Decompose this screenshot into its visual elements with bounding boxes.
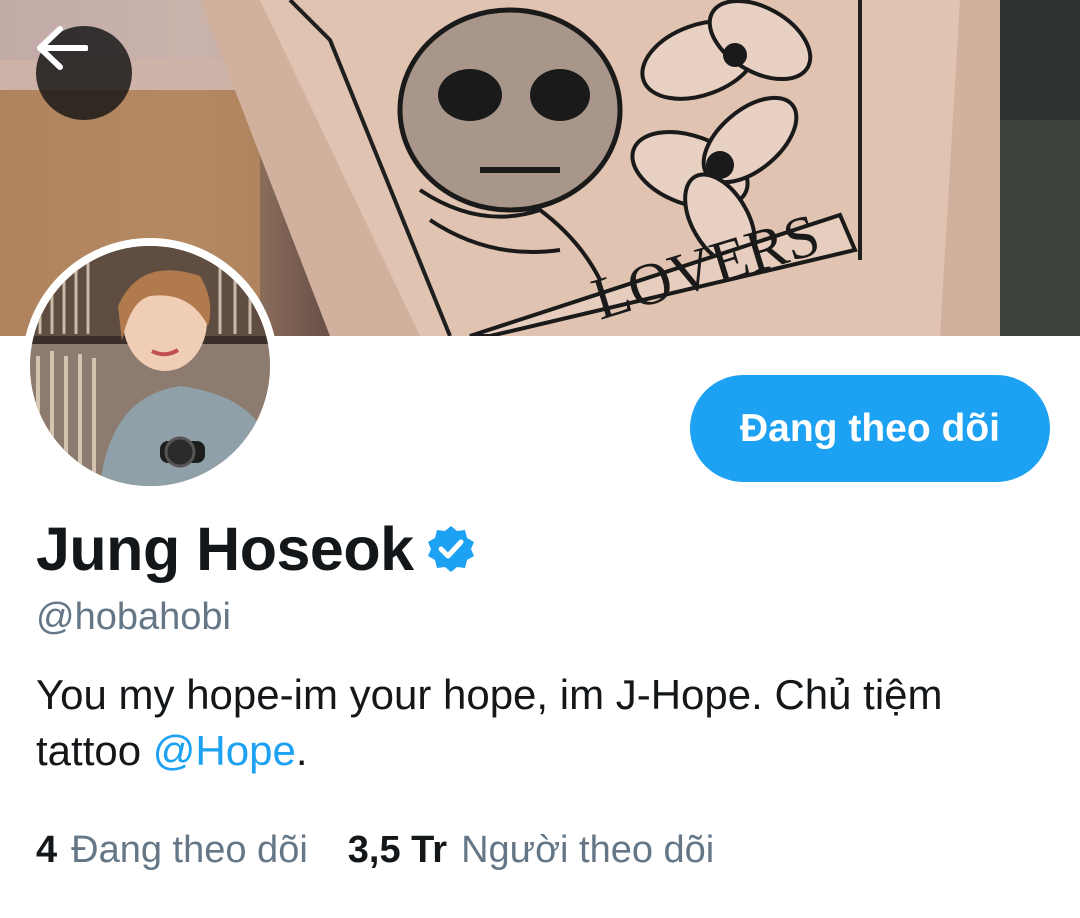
avatar[interactable]	[30, 246, 270, 486]
verified-badge-icon	[426, 524, 476, 574]
avatar-image	[30, 246, 270, 486]
bio-mention-link[interactable]: @Hope	[153, 727, 296, 774]
arrow-left-icon	[37, 26, 88, 70]
profile-stats: 4 Đang theo dõi 3,5 Tr Người theo dõi	[36, 829, 714, 872]
handle: @hobahobi	[36, 596, 231, 638]
followers-stat[interactable]: 3,5 Tr Người theo dõi	[348, 829, 714, 872]
name-row: Jung Hoseok	[36, 514, 476, 584]
followers-label: Người theo dõi	[461, 829, 715, 871]
followers-count: 3,5 Tr	[347, 829, 448, 871]
bio: You my hope-im your hope, im J-Hope. Chủ…	[36, 667, 1036, 779]
following-stat[interactable]: 4 Đang theo dõi	[36, 829, 308, 872]
bio-text-end: .	[295, 727, 308, 774]
following-button[interactable]: Đang theo dõi	[690, 375, 1050, 482]
following-count: 4	[36, 829, 58, 871]
back-button[interactable]	[36, 26, 132, 120]
avatar-frame	[22, 238, 278, 494]
display-name: Jung Hoseok	[36, 515, 414, 583]
following-label: Đang theo dõi	[71, 829, 308, 871]
